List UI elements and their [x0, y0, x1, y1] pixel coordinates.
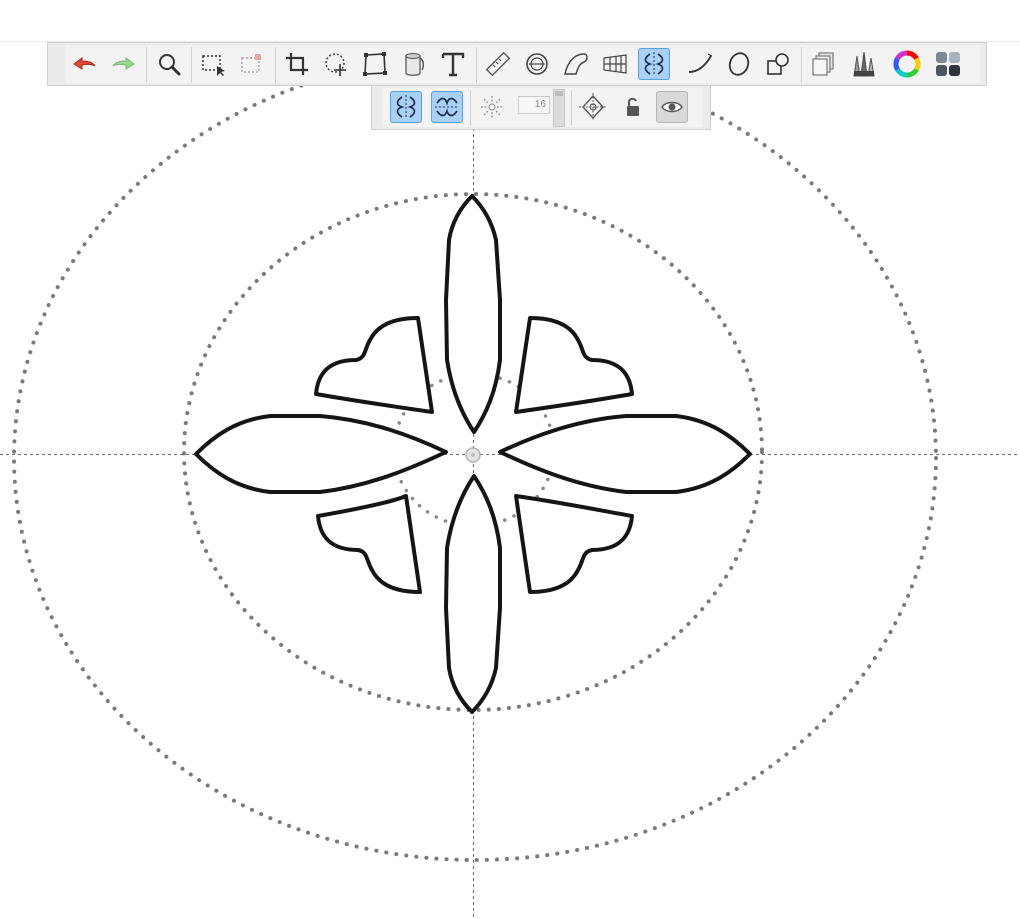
transform-select-button[interactable] [236, 48, 268, 80]
symmetry-center-dot [471, 453, 475, 457]
toolbar-separator [275, 47, 276, 83]
undo-button[interactable] [68, 48, 100, 80]
lasso-move-button[interactable] [320, 48, 352, 80]
slider-knob[interactable] [555, 91, 563, 96]
fill-button[interactable] [398, 48, 430, 80]
toolbar-separator [146, 47, 147, 83]
swatches-button[interactable] [932, 48, 964, 80]
unlocked-icon [627, 97, 639, 116]
leaf-upper-right [514, 316, 634, 414]
symmetry-x-icon [396, 95, 416, 119]
stroke-icon [688, 53, 713, 73]
ellipse-guide-icon [526, 53, 548, 75]
visibility-button[interactable] [656, 91, 688, 123]
petal-left [194, 414, 448, 494]
stroke-button[interactable] [684, 48, 716, 80]
toolbar-separator [801, 47, 802, 83]
center-guide-button[interactable] [577, 91, 609, 123]
ellipse-button[interactable] [723, 48, 755, 80]
toolbar-separator [470, 90, 471, 126]
undo-arrow-icon [73, 57, 96, 70]
french-curve-button[interactable] [560, 48, 592, 80]
petal-bottom [444, 474, 502, 714]
petal-top [444, 194, 502, 434]
leaf-lower-left [316, 494, 422, 594]
swatches-icon [936, 52, 960, 76]
distort-button[interactable] [359, 48, 391, 80]
perspective-icon [603, 54, 627, 74]
text-icon [441, 52, 465, 77]
distort-icon [363, 52, 387, 76]
leaf-upper-left [314, 316, 434, 414]
symmetry-x-button[interactable] [390, 91, 422, 123]
sector-count-field[interactable]: 16 [518, 96, 550, 114]
text-button[interactable] [437, 48, 469, 80]
lock-button[interactable] [617, 91, 649, 123]
toolbar-separator [476, 47, 477, 83]
toolbar-separator [191, 47, 192, 83]
eye-icon [661, 101, 683, 113]
toolbar-separator [571, 90, 572, 126]
layers-button[interactable] [808, 48, 840, 80]
ruler-button[interactable] [482, 48, 514, 80]
color-wheel-icon [893, 50, 921, 78]
marquee-select-icon [202, 55, 225, 76]
crop-icon [286, 53, 308, 75]
brushes-icon [853, 51, 875, 77]
shapes-icon [767, 53, 789, 75]
center-guide-icon [579, 93, 607, 121]
symmetry-icon [644, 52, 664, 76]
sector-count-slider[interactable] [553, 89, 565, 127]
brushes-button[interactable] [848, 48, 880, 80]
ellipse-icon [728, 52, 750, 76]
magnifier-icon [159, 54, 181, 76]
transform-select-icon [241, 54, 261, 73]
symmetry-y-button[interactable] [431, 91, 463, 123]
lasso-move-icon [325, 53, 346, 76]
symmetry-toolbar: 16 [371, 86, 711, 130]
drawing-canvas[interactable] [0, 0, 1020, 919]
shapes-button[interactable] [762, 48, 794, 80]
layers-icon [812, 52, 834, 76]
french-curve-icon [564, 53, 588, 75]
color-button[interactable] [891, 48, 923, 80]
bucket-icon [405, 52, 425, 76]
ellipse-guide-button[interactable] [521, 48, 553, 80]
main-toolbar [47, 42, 987, 86]
redo-button[interactable] [108, 48, 140, 80]
ruler-icon [485, 51, 511, 77]
radial-symmetry-button[interactable] [476, 91, 508, 123]
symmetry-y-icon [435, 97, 459, 117]
radial-symmetry-icon [481, 96, 503, 118]
petal-right [498, 414, 752, 494]
symmetry-button[interactable] [638, 48, 670, 80]
crop-button[interactable] [281, 48, 313, 80]
select-button[interactable] [197, 48, 229, 80]
perspective-button[interactable] [599, 48, 631, 80]
redo-arrow-icon [112, 57, 135, 70]
zoom-button[interactable] [153, 48, 185, 80]
leaf-lower-right [514, 494, 634, 594]
